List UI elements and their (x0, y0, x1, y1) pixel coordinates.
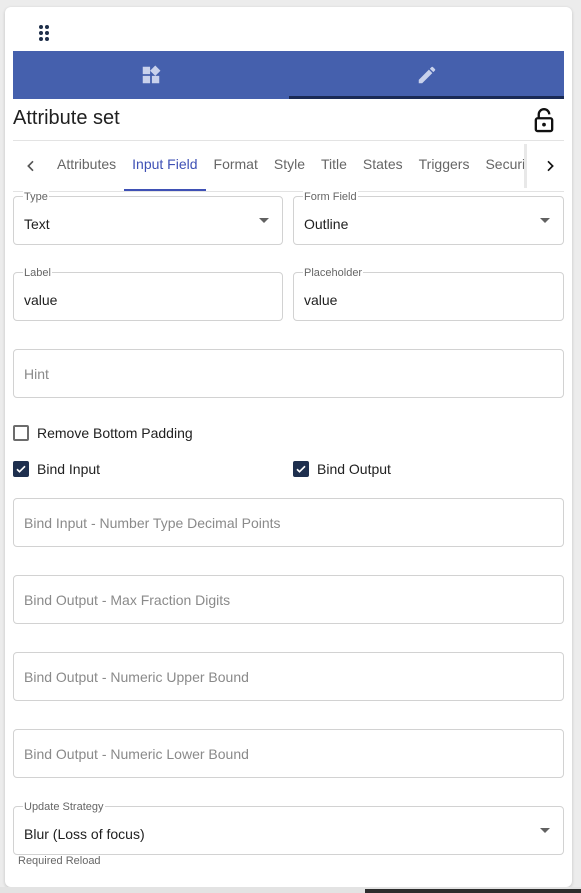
placeholder-input[interactable]: Placeholder value (293, 267, 564, 321)
panel-toolbar (13, 51, 564, 99)
bind-output-checkbox[interactable]: Bind Output (293, 461, 391, 477)
unlock-icon (534, 108, 554, 133)
form-field-select[interactable]: Form Field Outline (293, 191, 564, 245)
bind-output-label: Bind Output (317, 461, 391, 477)
update-strategy-select[interactable]: Update Strategy Blur (Loss of focus) (13, 801, 564, 855)
remove-bottom-padding-label: Remove Bottom Padding (37, 425, 193, 441)
type-value: Text (24, 216, 50, 232)
bind-output-max-fraction-placeholder: Bind Output - Max Fraction Digits (24, 592, 231, 608)
properties-panel: Attribute set Attributes Input Field For… (5, 7, 572, 887)
update-strategy-hint: Required Reload (18, 855, 101, 867)
bind-output-max-fraction-input[interactable]: Bind Output - Max Fraction Digits (13, 575, 564, 624)
bind-input-decimal-placeholder: Bind Input - Number Type Decimal Points (24, 515, 281, 531)
tab-bar: Attributes Input Field Format Style Titl… (13, 140, 564, 192)
form-field-label: Form Field (303, 191, 358, 203)
toolbar-active-indicator (289, 96, 564, 99)
bind-input-label: Bind Input (37, 461, 101, 477)
checkbox-unchecked-icon (13, 425, 29, 441)
dropdown-arrow-icon (259, 218, 269, 223)
bind-input-checkbox[interactable]: Bind Input (13, 461, 100, 477)
tabs-scroll-left-button[interactable] (13, 141, 49, 191)
pencil-edit-icon (418, 66, 435, 84)
label-field-value: value (24, 292, 58, 308)
tabs-viewport: Attributes Input Field Format Style Titl… (49, 141, 527, 191)
chevron-left-icon (27, 160, 34, 172)
dropdown-arrow-icon (540, 218, 550, 223)
chevron-right-icon (547, 160, 554, 172)
tab-title[interactable]: Title (313, 141, 355, 191)
tab-states[interactable]: States (355, 141, 411, 191)
placeholder-field-value: value (304, 292, 338, 308)
form-field-value: Outline (304, 216, 349, 232)
bind-output-upper-bound-input[interactable]: Bind Output - Numeric Upper Bound (13, 652, 564, 701)
remove-bottom-padding-checkbox[interactable]: Remove Bottom Padding (13, 425, 193, 441)
update-strategy-value: Blur (Loss of focus) (24, 826, 145, 842)
tab-format[interactable]: Format (206, 141, 266, 191)
edit-button[interactable] (289, 51, 564, 99)
hint-input[interactable]: Hint (13, 349, 564, 398)
label-field-label: Label (23, 267, 52, 279)
tab-input-field[interactable]: Input Field (124, 141, 206, 191)
bind-output-lower-placeholder: Bind Output - Numeric Lower Bound (24, 746, 249, 762)
unlock-button[interactable] (530, 106, 558, 134)
drag-handle-icon[interactable] (39, 25, 53, 45)
update-strategy-label: Update Strategy (23, 801, 105, 813)
checkmark-icon (13, 461, 29, 477)
type-label: Type (23, 191, 49, 203)
widgets-icon (142, 65, 161, 84)
bind-output-lower-bound-input[interactable]: Bind Output - Numeric Lower Bound (13, 729, 564, 778)
panel-title: Attribute set (13, 107, 120, 129)
tab-attributes[interactable]: Attributes (49, 141, 124, 191)
checkmark-icon (293, 461, 309, 477)
type-select[interactable]: Type Text (13, 191, 283, 245)
tab-security[interactable]: Security (477, 141, 527, 191)
widgets-button[interactable] (13, 51, 289, 99)
bind-input-decimal-points-input[interactable]: Bind Input - Number Type Decimal Points (13, 498, 564, 547)
tabs-scroll-right-button[interactable] (536, 141, 564, 191)
label-input[interactable]: Label value (13, 267, 283, 321)
bind-output-upper-placeholder: Bind Output - Numeric Upper Bound (24, 669, 249, 685)
placeholder-field-label: Placeholder (303, 267, 364, 279)
dropdown-arrow-icon (540, 828, 550, 833)
hint-placeholder: Hint (24, 366, 49, 382)
bottom-strip (365, 889, 581, 893)
tab-style[interactable]: Style (266, 141, 313, 191)
tab-triggers[interactable]: Triggers (411, 141, 478, 191)
